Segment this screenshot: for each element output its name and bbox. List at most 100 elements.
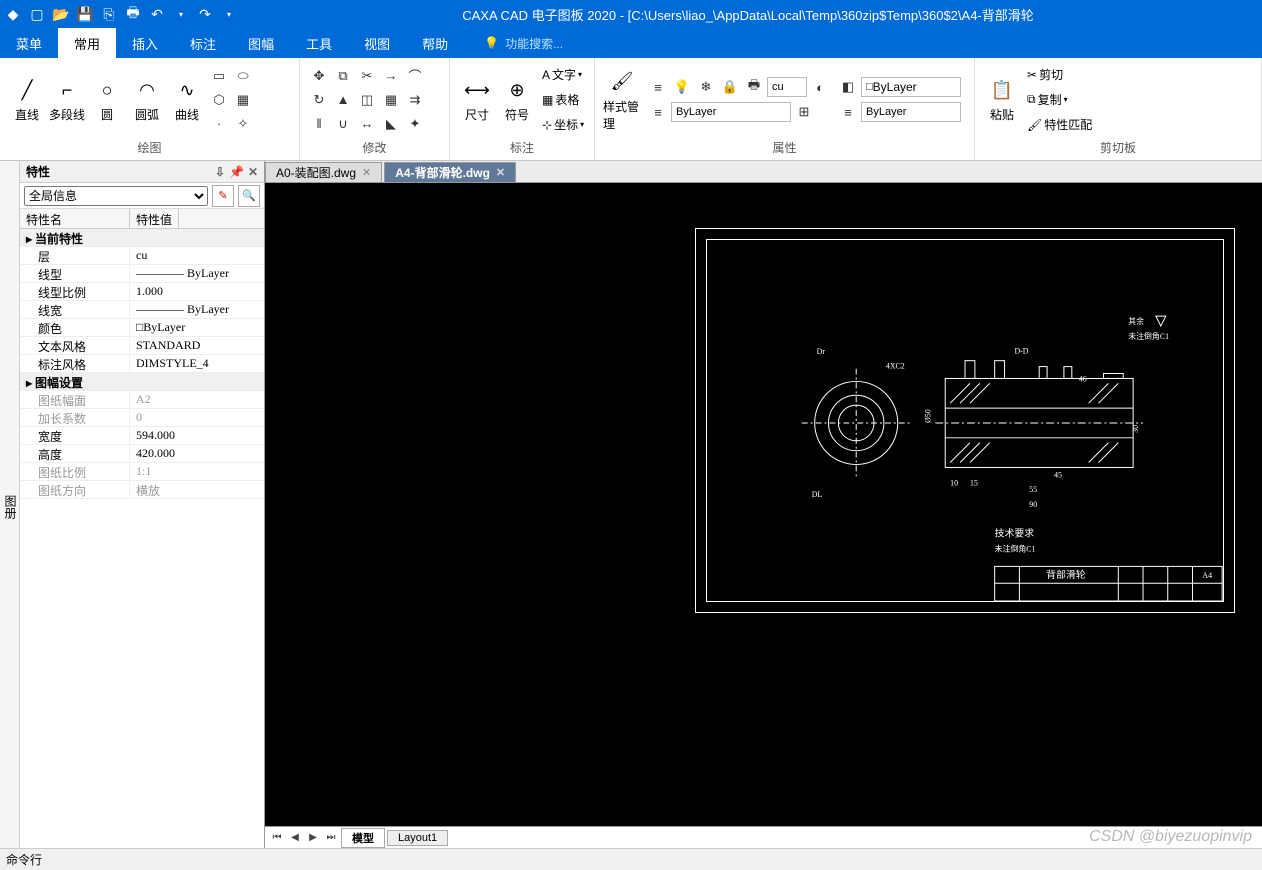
match-button[interactable]: 🖌特性匹配	[1027, 114, 1092, 136]
text-button[interactable]: A文字▾	[542, 64, 584, 86]
spline-button[interactable]: ∿曲线	[168, 65, 206, 135]
tab-close-icon[interactable]: ✕	[362, 166, 371, 179]
last-icon[interactable]: ⏭	[323, 830, 339, 846]
mirror-icon[interactable]: ▲	[332, 89, 354, 111]
c-icon[interactable]: ◧	[837, 76, 859, 98]
dimension-button[interactable]: ⟷尺寸	[458, 65, 496, 135]
open-icon[interactable]: 📂	[52, 5, 70, 23]
pin-icon[interactable]: ⇩	[215, 165, 225, 179]
doc-tab-0[interactable]: A0-装配图.dwg✕	[265, 162, 382, 182]
lt2-icon[interactable]: ⊞	[793, 101, 815, 123]
color-combo[interactable]: □ ByLayer	[861, 77, 961, 97]
property-row[interactable]: 图纸方向横放	[20, 481, 264, 499]
symbol-button[interactable]: ⊕符号	[498, 65, 536, 135]
menu-file[interactable]: 菜单	[0, 28, 58, 58]
misc-icon[interactable]: ✧	[232, 113, 254, 135]
layer-combo[interactable]: cu	[767, 77, 807, 97]
command-line[interactable]: 命令行	[0, 848, 1262, 870]
join-icon[interactable]: ∪	[332, 113, 354, 135]
paste-button[interactable]: 📋粘贴	[983, 65, 1021, 135]
property-row[interactable]: 宽度594.000	[20, 427, 264, 445]
tab-close-icon[interactable]: ✕	[496, 166, 505, 179]
save-icon[interactable]: 💾	[76, 5, 94, 23]
print-icon[interactable]: 🖶	[124, 5, 142, 23]
redo-icon[interactable]: ↷	[196, 5, 214, 23]
lt-icon[interactable]: ≡	[647, 101, 669, 123]
cut-button[interactable]: ✂剪切	[1027, 64, 1092, 86]
close-icon[interactable]: ✕	[248, 165, 258, 179]
move-icon[interactable]: ✥	[308, 65, 330, 87]
rail-tab-lib[interactable]: 图册	[2, 495, 19, 519]
menu-view[interactable]: 视图	[348, 28, 406, 58]
menu-help[interactable]: 帮助	[406, 28, 464, 58]
lineweight-combo[interactable]: ByLayer	[861, 102, 961, 122]
l5-icon[interactable]: ◐	[809, 76, 831, 98]
saveall-icon[interactable]: ⎘	[100, 5, 118, 23]
pin2-icon[interactable]: 📌	[229, 165, 244, 179]
copy-icon[interactable]: ⧉	[332, 65, 354, 87]
undo-icon[interactable]: ↶	[148, 5, 166, 23]
copy-button[interactable]: ⧉复制▾	[1027, 89, 1092, 111]
style-manager-button[interactable]: 🖌样式管理	[603, 65, 641, 135]
l-icon[interactable]: 💡	[671, 76, 693, 98]
first-icon[interactable]: ⏮	[269, 830, 285, 846]
line-button[interactable]: ╱直线	[8, 65, 46, 135]
property-row[interactable]: 图纸比例1:1	[20, 463, 264, 481]
l2-icon[interactable]: ❄	[695, 76, 717, 98]
hatch-icon[interactable]: ▦	[232, 89, 254, 111]
linetype-combo[interactable]: ByLayer	[671, 102, 791, 122]
filter-btn1[interactable]: ✎	[212, 185, 234, 207]
menu-tools[interactable]: 工具	[290, 28, 348, 58]
chamfer-icon[interactable]: ◣	[380, 113, 402, 135]
extend-icon[interactable]: →	[380, 65, 402, 87]
property-row[interactable]: 文本风格STANDARD	[20, 337, 264, 355]
lw-icon[interactable]: ≡	[837, 101, 859, 123]
undo-drop-icon[interactable]: ▾	[172, 5, 190, 23]
stretch-icon[interactable]: ↔	[356, 113, 378, 135]
rotate-icon[interactable]: ↻	[308, 89, 330, 111]
filter-select[interactable]: 全局信息	[24, 186, 208, 206]
new-icon[interactable]: ▢	[28, 5, 46, 23]
next-icon[interactable]: ▶	[305, 830, 321, 846]
table-button[interactable]: ▦表格	[542, 89, 584, 111]
menu-insert[interactable]: 插入	[116, 28, 174, 58]
layout-model[interactable]: 模型	[341, 828, 385, 848]
break-icon[interactable]: ‖	[308, 113, 330, 135]
offset-icon[interactable]: ⇉	[404, 89, 426, 111]
property-row[interactable]: 加长系数0	[20, 409, 264, 427]
redo-drop-icon[interactable]: ▾	[220, 5, 238, 23]
property-row[interactable]: 线型比例1.000	[20, 283, 264, 301]
fillet-icon[interactable]: ⌒	[404, 65, 426, 87]
search-hint[interactable]: 💡 功能搜索...	[484, 35, 563, 52]
rect-icon[interactable]: ▭	[208, 65, 230, 87]
ellipse-icon[interactable]: ⬭	[232, 65, 254, 87]
filter-btn2[interactable]: 🔍	[238, 185, 260, 207]
property-row[interactable]: 标注风格DIMSTYLE_4	[20, 355, 264, 373]
prev-icon[interactable]: ◀	[287, 830, 303, 846]
arc-button[interactable]: ◠圆弧	[128, 65, 166, 135]
property-row[interactable]: 颜色□ByLayer	[20, 319, 264, 337]
menu-annotate[interactable]: 标注	[174, 28, 232, 58]
property-row[interactable]: 图纸幅面A2	[20, 391, 264, 409]
coord-button[interactable]: ⊹坐标▾	[542, 114, 584, 136]
trim-icon[interactable]: ✂	[356, 65, 378, 87]
array-icon[interactable]: ▦	[380, 89, 402, 111]
property-row[interactable]: 高度420.000	[20, 445, 264, 463]
scale-icon[interactable]: ◫	[356, 89, 378, 111]
l3-icon[interactable]: 🔒	[719, 76, 741, 98]
property-row[interactable]: 层cu	[20, 247, 264, 265]
doc-tab-1[interactable]: A4-背部滑轮.dwg✕	[384, 162, 516, 182]
property-row[interactable]: 线型———— ByLayer	[20, 265, 264, 283]
layer-icon[interactable]: ≡	[647, 76, 669, 98]
polyline-button[interactable]: ⌐多段线	[48, 65, 86, 135]
poly-icon[interactable]: ⬡	[208, 89, 230, 111]
layout-1[interactable]: Layout1	[387, 830, 448, 846]
drawing-canvas[interactable]: Dr DL 4XC2	[265, 183, 1262, 826]
menu-sheet[interactable]: 图幅	[232, 28, 290, 58]
circle-button[interactable]: ○圆	[88, 65, 126, 135]
l4-icon[interactable]: 🖶	[743, 76, 765, 98]
property-row[interactable]: 线宽———— ByLayer	[20, 301, 264, 319]
explode-icon[interactable]: ✦	[404, 113, 426, 135]
point-icon[interactable]: ·	[208, 113, 230, 135]
menu-common[interactable]: 常用	[58, 28, 116, 58]
